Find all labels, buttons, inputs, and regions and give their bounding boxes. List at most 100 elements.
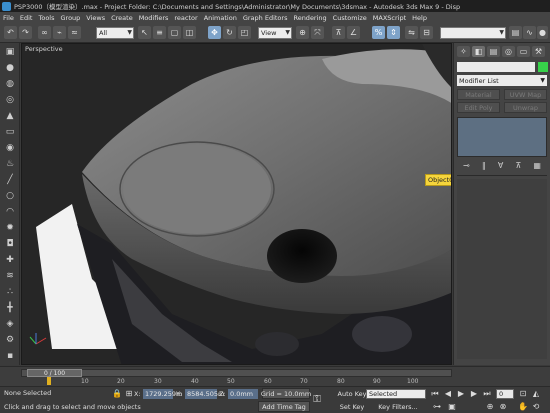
material-editor-icon[interactable]: ● bbox=[537, 26, 548, 39]
spinner-snap-icon[interactable]: ⇕ bbox=[387, 26, 400, 39]
motion-tab-icon[interactable]: ◎ bbox=[502, 46, 515, 57]
time-config-icon[interactable]: ▣ bbox=[447, 402, 457, 412]
unwrap-button[interactable]: Unwrap bbox=[504, 102, 547, 113]
extras-icon[interactable]: ▪ bbox=[4, 351, 16, 362]
rotate-icon[interactable]: ↻ bbox=[223, 26, 236, 39]
curve-editor-icon[interactable]: ∿ bbox=[523, 26, 536, 39]
y-coord-field[interactable]: 8584.505m bbox=[185, 389, 224, 399]
create-tube-icon[interactable]: ◉ bbox=[4, 143, 16, 154]
menu-graph-editors[interactable]: Graph Editors bbox=[243, 14, 288, 22]
create-sphere-icon[interactable]: ● bbox=[4, 63, 16, 74]
create-teapot-icon[interactable]: ♨ bbox=[4, 159, 16, 170]
current-frame-field[interactable]: 0 bbox=[496, 389, 514, 399]
perspective-viewport[interactable]: Perspective Object04 bbox=[21, 43, 452, 365]
selection-filter-dropdown[interactable]: All ▼ bbox=[96, 27, 134, 39]
angle-snap-icon[interactable]: ∠ bbox=[347, 26, 360, 39]
add-time-tag-button[interactable]: Add Time Tag bbox=[258, 401, 310, 412]
create-cone-icon[interactable]: ▲ bbox=[4, 111, 16, 122]
absolute-mode-icon[interactable]: ⊞ bbox=[124, 389, 134, 399]
viewport-scene[interactable] bbox=[22, 44, 452, 365]
create-tab-icon[interactable]: ✧ bbox=[457, 46, 470, 57]
manipulate-icon[interactable]: ⤧ bbox=[311, 26, 324, 39]
play-icon[interactable]: ▶ bbox=[456, 389, 466, 399]
mirror-icon[interactable]: ⇋ bbox=[405, 26, 418, 39]
key-filters-button[interactable]: Key Filters... bbox=[370, 401, 426, 412]
viewport-label[interactable]: Perspective bbox=[25, 45, 63, 53]
configure-sets-icon[interactable]: ▦ bbox=[533, 161, 541, 170]
menu-edit[interactable]: Edit bbox=[20, 14, 33, 22]
time-slider-thumb[interactable]: 0 / 100 bbox=[27, 369, 82, 377]
create-camera-icon[interactable]: ◘ bbox=[4, 239, 16, 250]
window-crossing-icon[interactable]: ◫ bbox=[183, 26, 196, 39]
bind-icon[interactable]: ≈ bbox=[68, 26, 81, 39]
field-of-view-icon[interactable]: ◭ bbox=[531, 389, 541, 399]
particles-icon[interactable]: ∴ bbox=[4, 287, 16, 298]
previous-frame-icon[interactable]: ◀ bbox=[443, 389, 453, 399]
modify-tab-icon[interactable]: ◧ bbox=[472, 46, 485, 57]
object-name-field[interactable] bbox=[457, 62, 535, 72]
menu-customize[interactable]: Customize bbox=[333, 14, 367, 22]
layer-icon[interactable]: ▤ bbox=[509, 26, 522, 39]
percent-snap-icon[interactable]: % bbox=[372, 26, 385, 39]
make-unique-icon[interactable]: ∀ bbox=[498, 161, 503, 170]
key-icon[interactable]: ⚿ bbox=[312, 395, 322, 405]
modifier-list-dropdown[interactable]: Modifier List ▼ bbox=[457, 75, 547, 86]
set-key-button[interactable]: Set Key bbox=[338, 401, 366, 412]
zoom-all-icon[interactable]: ⊗ bbox=[498, 402, 508, 412]
go-to-start-icon[interactable]: ⏮ bbox=[430, 389, 440, 399]
x-coord-field[interactable]: 1729.259m bbox=[143, 389, 182, 399]
uvw-map-button[interactable]: UVW Map bbox=[504, 89, 547, 100]
go-to-end-icon[interactable]: ⏭ bbox=[482, 389, 492, 399]
create-arc-icon[interactable]: ◠ bbox=[4, 207, 16, 218]
time-slider-track[interactable] bbox=[21, 369, 452, 377]
zoom-icon[interactable]: ⊕ bbox=[485, 402, 495, 412]
compound-icon[interactable]: ◈ bbox=[4, 319, 16, 330]
material-button[interactable]: Material bbox=[457, 89, 500, 100]
pivot-icon[interactable]: ⊕ bbox=[296, 26, 309, 39]
create-torus-icon[interactable]: ◎ bbox=[4, 95, 16, 106]
remove-modifier-icon[interactable]: ⊼ bbox=[515, 161, 521, 170]
menu-group[interactable]: Group bbox=[61, 14, 81, 22]
menu-create[interactable]: Create bbox=[111, 14, 133, 22]
bone-icon[interactable]: ╋ bbox=[4, 303, 16, 314]
menu-animation[interactable]: Animation bbox=[204, 14, 237, 22]
create-box-icon[interactable]: ▣ bbox=[4, 47, 16, 58]
lock-selection-icon[interactable]: 🔒 bbox=[112, 389, 122, 399]
menu-rendering[interactable]: Rendering bbox=[293, 14, 326, 22]
move-icon[interactable]: ✥ bbox=[208, 26, 221, 39]
snap-icon[interactable]: ⊼ bbox=[332, 26, 345, 39]
create-circle-icon[interactable]: ○ bbox=[4, 191, 16, 202]
display-tab-icon[interactable]: ▭ bbox=[517, 46, 530, 57]
systems-icon[interactable]: ⚙ bbox=[4, 335, 16, 346]
object-color-swatch[interactable] bbox=[538, 62, 548, 72]
create-plane-icon[interactable]: ▭ bbox=[4, 127, 16, 138]
create-light-icon[interactable]: ✹ bbox=[4, 223, 16, 234]
menu-views[interactable]: Views bbox=[86, 14, 105, 22]
menu-help[interactable]: Help bbox=[412, 14, 427, 22]
menu-file[interactable]: File bbox=[3, 14, 14, 22]
redo-icon[interactable]: ↷ bbox=[19, 26, 32, 39]
create-line-icon[interactable]: ╱ bbox=[4, 175, 16, 186]
menu-modifiers[interactable]: Modifiers bbox=[139, 14, 169, 22]
orbit-icon[interactable]: ⟲ bbox=[531, 402, 541, 412]
hierarchy-tab-icon[interactable]: ▤ bbox=[487, 46, 500, 57]
align-icon[interactable]: ⊟ bbox=[420, 26, 433, 39]
zoom-extents-icon[interactable]: ⊡ bbox=[518, 389, 528, 399]
menu-tools[interactable]: Tools bbox=[38, 14, 54, 22]
create-helper-icon[interactable]: ✚ bbox=[4, 255, 16, 266]
key-mode-dropdown[interactable]: Selected bbox=[366, 389, 426, 399]
key-mode-toggle-icon[interactable]: ⊶ bbox=[432, 402, 442, 412]
z-coord-field[interactable]: 0.0mm bbox=[228, 389, 258, 399]
auto-key-button[interactable]: Auto Key bbox=[338, 388, 366, 399]
scale-icon[interactable]: ◰ bbox=[238, 26, 251, 39]
undo-icon[interactable]: ↶ bbox=[4, 26, 17, 39]
rect-region-icon[interactable]: ▢ bbox=[168, 26, 181, 39]
pin-stack-icon[interactable]: ⊸ bbox=[463, 161, 470, 170]
pan-icon[interactable]: ✋ bbox=[518, 402, 528, 412]
modifier-stack[interactable] bbox=[457, 117, 547, 157]
unlink-icon[interactable]: ⌁ bbox=[53, 26, 66, 39]
select-icon[interactable]: ↖ bbox=[138, 26, 151, 39]
reference-coordinate-dropdown[interactable]: View ▼ bbox=[258, 27, 292, 39]
edit-poly-button[interactable]: Edit Poly bbox=[457, 102, 500, 113]
space-warp-icon[interactable]: ≋ bbox=[4, 271, 16, 282]
